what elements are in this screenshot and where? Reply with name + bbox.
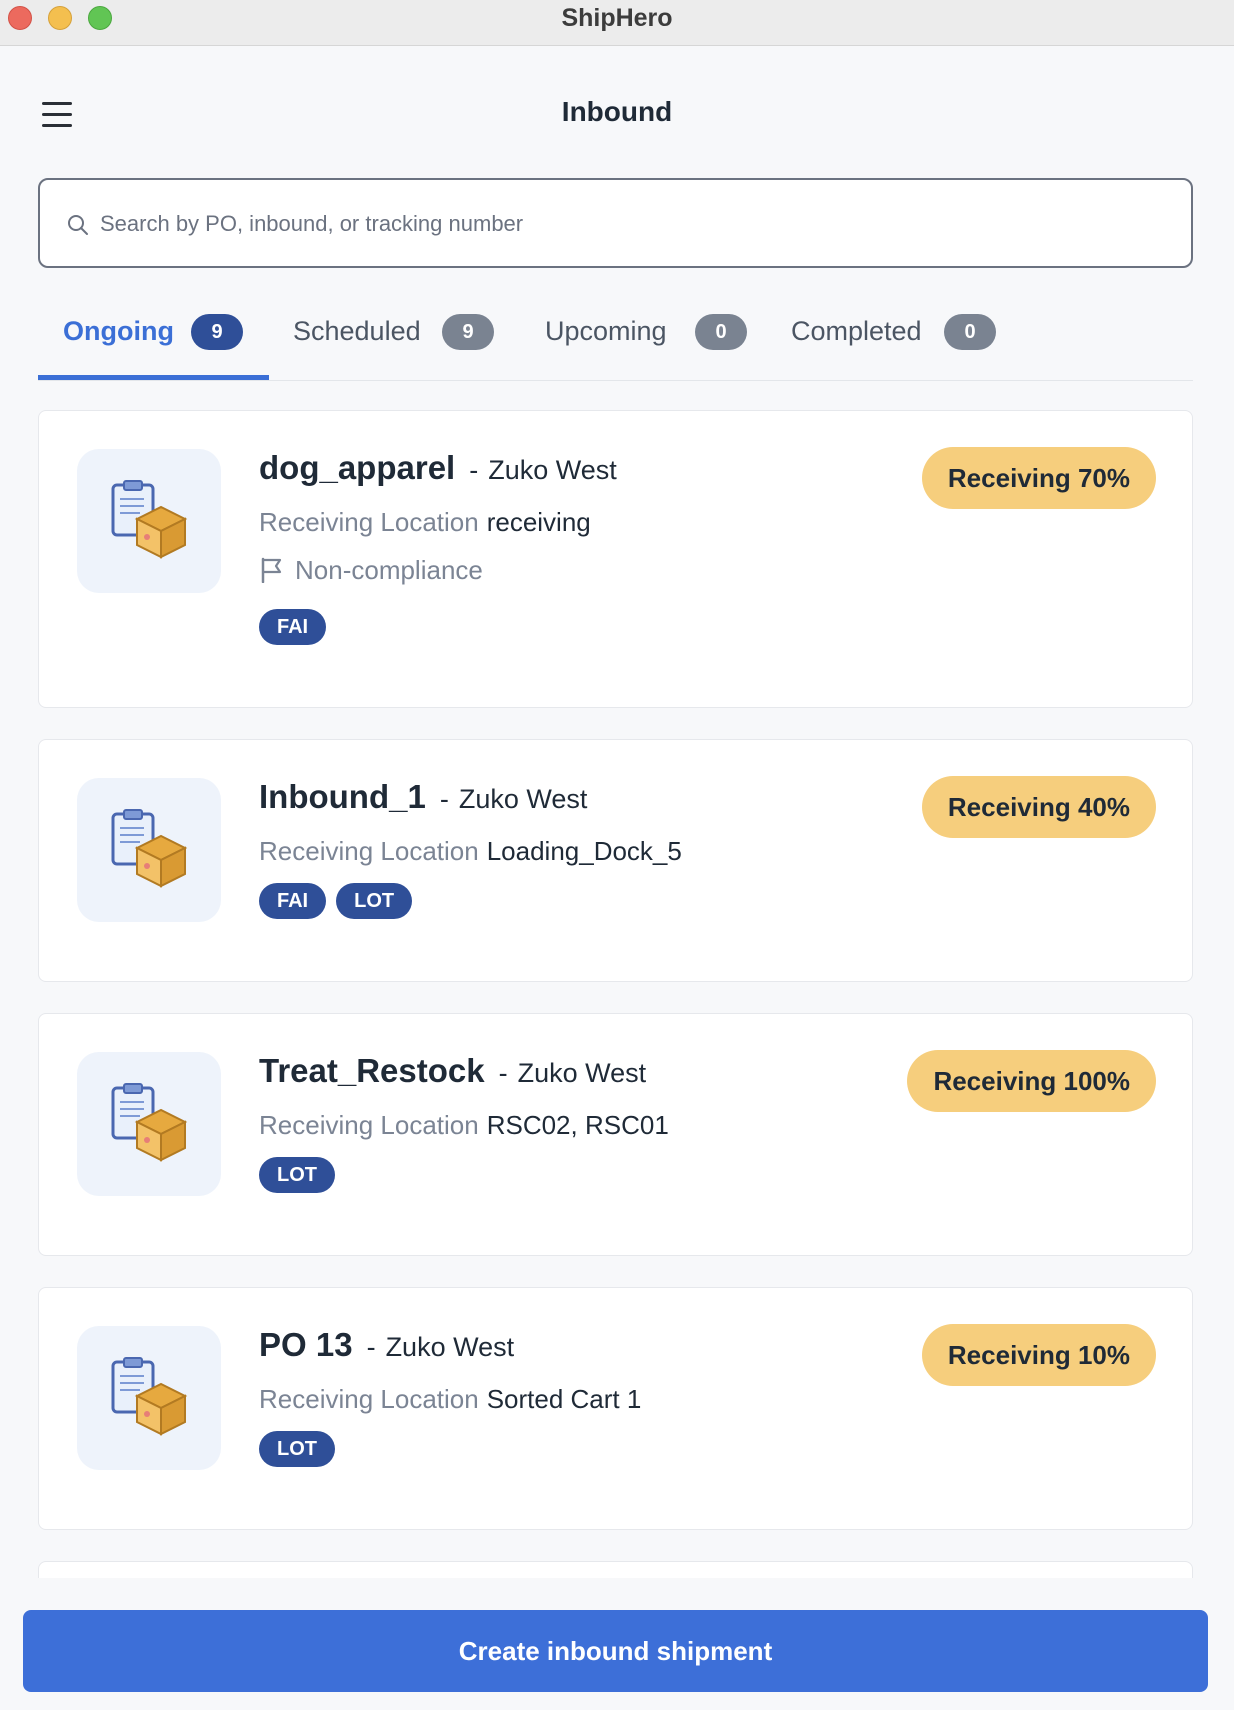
search-input[interactable] xyxy=(98,200,1162,248)
tag-badge: LOT xyxy=(259,1157,335,1193)
tab-count-badge: 9 xyxy=(191,314,243,350)
shipment-card[interactable]: Treat_Restock - Zuko West Receiving Locati… xyxy=(38,1013,1193,1256)
non-compliance-indicator: Non-compliance xyxy=(259,555,483,586)
window-title: ShipHero xyxy=(561,4,673,32)
warehouse-name: Zuko West xyxy=(517,1058,647,1088)
status-badge: Receiving 10% xyxy=(921,1324,1156,1386)
status-badge: Receiving 100% xyxy=(907,1050,1156,1112)
shipment-title: dog_apparel xyxy=(259,449,456,486)
receiving-location: Receiving Location RSC02, RSC01 xyxy=(259,1110,669,1141)
tag-badge: FAI xyxy=(259,609,327,645)
location-label: Receiving Location xyxy=(259,1384,479,1414)
page-title: Inbound xyxy=(561,96,673,127)
status-badge: Receiving 70% xyxy=(921,447,1156,509)
flag-label: Non-compliance xyxy=(295,555,483,585)
status-tabs: Ongoing 9 Scheduled 9 Upcoming 0 Complet… xyxy=(38,300,1193,381)
shipment-card[interactable] xyxy=(38,1561,1193,1578)
tag-list: FAI LOT xyxy=(259,883,422,919)
location-value: receiving xyxy=(486,507,591,537)
window-titlebar: ShipHero xyxy=(0,0,1234,46)
shipment-card[interactable]: Inbound_1- Zuko West Receiving Location Lo… xyxy=(38,739,1193,982)
tab-ongoing[interactable]: Ongoing 9 xyxy=(38,300,269,380)
shipment-card[interactable]: dog_apparel - Zuko West Receiving Location… xyxy=(38,410,1193,708)
shipment-name: Treat_Restock - Zuko West xyxy=(259,1052,646,1090)
receiving-location: Receiving Location Sorted Cart 1 xyxy=(259,1384,641,1415)
location-value: RSC02, RSC01 xyxy=(486,1110,669,1140)
warehouse-name: Zuko West xyxy=(458,784,588,814)
inbound-box-icon xyxy=(77,1052,221,1196)
tag-badge: LOT xyxy=(336,883,413,919)
shipment-card[interactable]: PO 13- Zuko West Receiving Location Sorted… xyxy=(38,1287,1193,1530)
shipment-title: PO 13 xyxy=(259,1326,353,1363)
tab-scheduled[interactable]: Scheduled 9 xyxy=(293,300,533,378)
tab-label: Upcoming xyxy=(545,316,667,346)
title-separator: - xyxy=(498,1058,508,1088)
tag-badge: FAI xyxy=(259,883,327,919)
tag-badge: LOT xyxy=(259,1431,335,1467)
location-label: Receiving Location xyxy=(259,1110,479,1140)
title-separator: - xyxy=(469,455,479,485)
tab-label: Ongoing xyxy=(63,316,174,346)
tab-label: Completed xyxy=(791,316,922,346)
create-inbound-shipment-button[interactable]: Create inbound shipment xyxy=(23,1610,1208,1692)
active-tab-indicator xyxy=(38,375,269,380)
inbound-box-icon xyxy=(77,449,221,593)
tab-count-badge: 0 xyxy=(695,314,747,350)
tag-list: LOT xyxy=(259,1431,345,1467)
shipment-name: dog_apparel - Zuko West xyxy=(259,449,617,487)
receiving-location: Receiving Location Loading_Dock_5 xyxy=(259,836,682,867)
inbound-box-icon xyxy=(77,1326,221,1470)
title-separator: - xyxy=(366,1332,376,1362)
tab-count-badge: 0 xyxy=(944,314,996,350)
tag-list: LOT xyxy=(259,1157,345,1193)
tab-label: Scheduled xyxy=(293,316,421,346)
tab-count-badge: 9 xyxy=(442,314,494,350)
tab-upcoming[interactable]: Upcoming 0 xyxy=(545,300,780,378)
flag-icon xyxy=(261,557,282,584)
shipment-name: PO 13- Zuko West xyxy=(259,1326,514,1364)
title-separator: - xyxy=(439,784,449,814)
shipment-title: Treat_Restock xyxy=(259,1052,485,1089)
status-badge: Receiving 40% xyxy=(921,776,1156,838)
shipment-name: Inbound_1- Zuko West xyxy=(259,778,587,816)
shipment-title: Inbound_1 xyxy=(259,778,426,815)
location-value: Loading_Dock_5 xyxy=(486,836,682,866)
location-value: Sorted Cart 1 xyxy=(486,1384,642,1414)
receiving-location: Receiving Location receiving xyxy=(259,507,591,538)
location-label: Receiving Location xyxy=(259,507,479,537)
shipment-list[interactable]: dog_apparel - Zuko West Receiving Location… xyxy=(38,410,1193,1578)
location-label: Receiving Location xyxy=(259,836,479,866)
warehouse-name: Zuko West xyxy=(385,1332,515,1362)
search-box xyxy=(38,178,1193,268)
search-icon xyxy=(68,215,88,235)
tag-list: FAI xyxy=(259,609,336,645)
tab-completed[interactable]: Completed 0 xyxy=(791,300,1041,378)
warehouse-name: Zuko West xyxy=(488,455,617,485)
inbound-box-icon xyxy=(77,778,221,922)
